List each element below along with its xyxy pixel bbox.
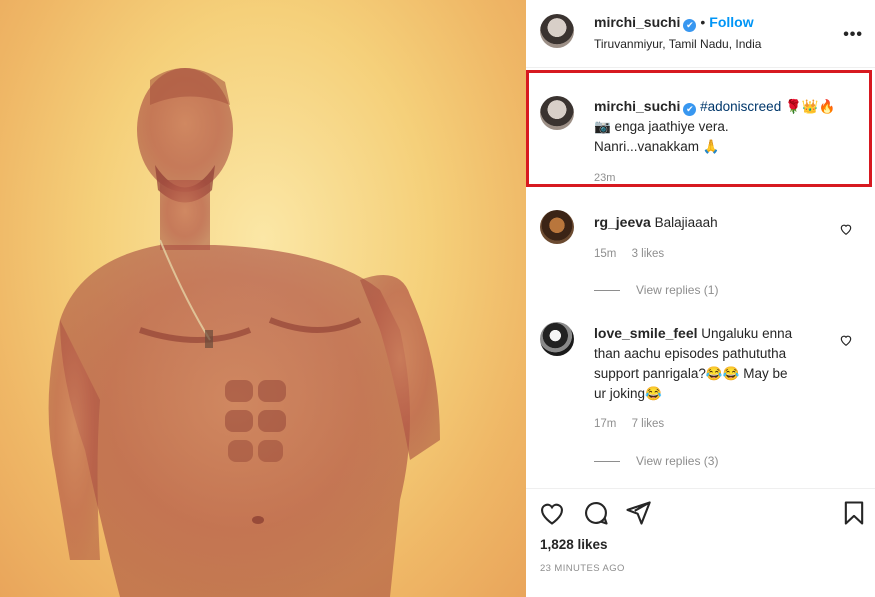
- commenter-username[interactable]: love_smile_feel: [594, 325, 698, 341]
- post-username[interactable]: mirchi_suchi: [594, 14, 680, 30]
- post-side-panel: mirchi_suchi ✔ • Follow Tiruvanmiyur, Tamil…: [526, 0, 875, 597]
- comment-like-heart-icon[interactable]: [839, 222, 853, 236]
- commenter-avatar[interactable]: [540, 322, 574, 356]
- verified-icon: ✔: [683, 103, 697, 116]
- commenter-avatar[interactable]: [540, 210, 574, 244]
- post-image[interactable]: [0, 0, 526, 597]
- comment-like-heart-icon[interactable]: [839, 333, 853, 347]
- replies-divider: [594, 290, 620, 292]
- comment-text-line-2: than aachu episodes pathututha: [594, 346, 787, 361]
- comment-meta: 17m 7 likes: [594, 418, 676, 430]
- comment-time: 17m: [594, 418, 617, 430]
- caption-avatar[interactable]: [540, 96, 574, 130]
- post-actions: 1,828 likes 23 MINUTES AGO: [526, 488, 875, 597]
- heart-icon[interactable]: [538, 499, 566, 527]
- comment-text: Balajiaaah: [654, 215, 718, 230]
- posted-time: 23 MINUTES AGO: [540, 563, 625, 574]
- replies-divider: [594, 461, 620, 463]
- comment-icon[interactable]: [582, 499, 610, 527]
- follow-button[interactable]: Follow: [709, 14, 753, 30]
- comment-likes[interactable]: 7 likes: [632, 418, 665, 430]
- comment-meta: 15m 3 likes: [594, 248, 676, 260]
- view-replies-label: View replies (3): [636, 454, 719, 468]
- post-location[interactable]: Tiruvanmiyur, Tamil Nadu, India: [594, 37, 761, 51]
- post-header: mirchi_suchi ✔ • Follow Tiruvanmiyur, Tamil…: [526, 0, 875, 68]
- caption-username[interactable]: mirchi_suchi: [594, 98, 680, 114]
- caption-line-3: Nanri...vanakkam 🙏: [594, 139, 720, 154]
- comment-likes[interactable]: 3 likes: [632, 248, 665, 260]
- caption-line-2: 📷 enga jaathiye vera.: [594, 119, 729, 134]
- comment-time: 15m: [594, 248, 617, 260]
- caption-time: 23m: [594, 172, 616, 184]
- bookmark-icon[interactable]: [840, 499, 868, 527]
- comment-body: rg_jeeva Balajiaaah: [594, 212, 844, 233]
- avatar[interactable]: [540, 14, 574, 48]
- comment-text-line-1: Ungaluku enna: [701, 326, 793, 341]
- send-icon[interactable]: [624, 499, 652, 527]
- post-image-figure: [48, 67, 440, 597]
- caption: mirchi_suchi ✔ #adoniscreed 🌹👑🔥 📷 enga ja…: [594, 96, 864, 157]
- view-replies-button[interactable]: View replies (1): [594, 283, 718, 297]
- view-replies-label: View replies (1): [636, 283, 719, 297]
- caption-hashtag[interactable]: #adoniscreed: [700, 99, 781, 114]
- view-replies-button[interactable]: View replies (3): [594, 454, 718, 468]
- separator-dot: •: [700, 14, 706, 30]
- comment-body: love_smile_feel Ungaluku enna than aachu…: [594, 323, 844, 404]
- comment-text-line-3: support panrigala?😂😂 May be: [594, 366, 788, 381]
- verified-icon: ✔: [683, 19, 697, 32]
- comment-text-line-4: ur joking😂: [594, 386, 662, 401]
- more-options-icon[interactable]: •••: [843, 26, 863, 44]
- likes-count[interactable]: 1,828 likes: [540, 537, 608, 552]
- commenter-username[interactable]: rg_jeeva: [594, 214, 651, 230]
- caption-hashtag-emoji: 🌹👑🔥: [784, 99, 836, 114]
